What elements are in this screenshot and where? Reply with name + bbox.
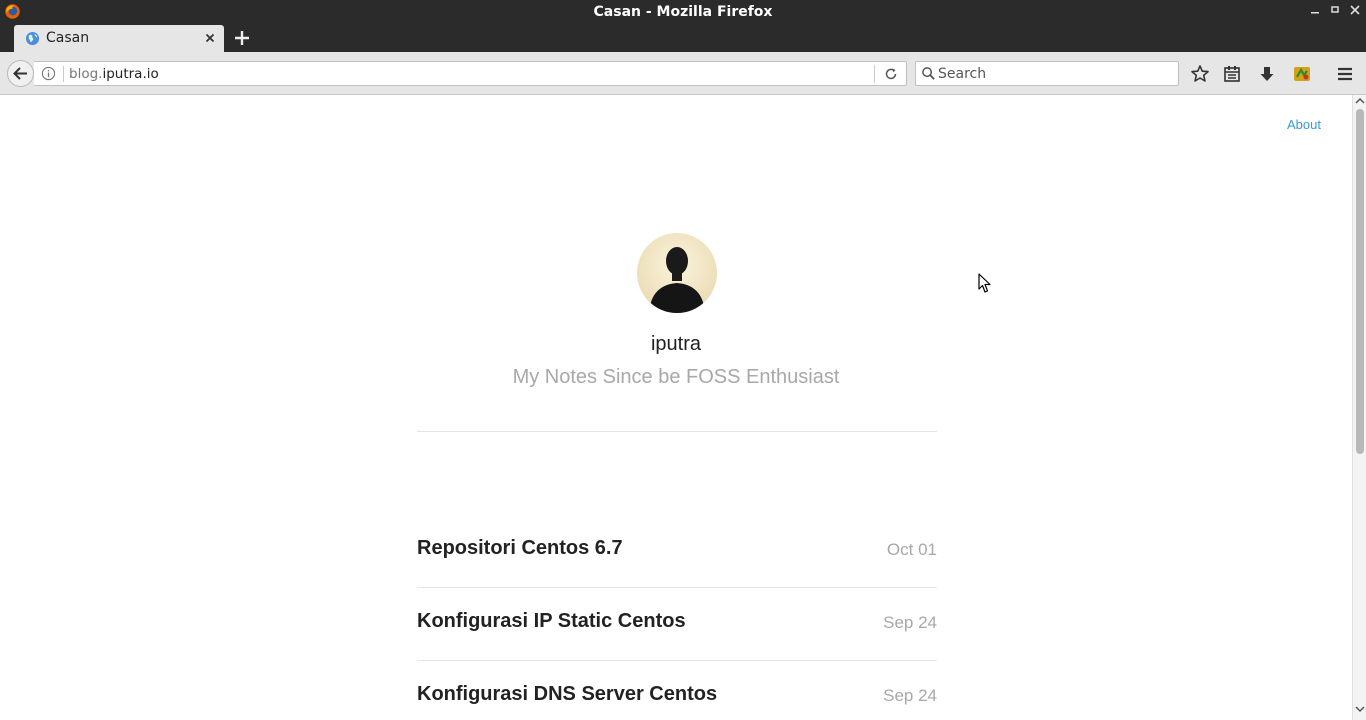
close-tab-icon[interactable]	[202, 30, 218, 46]
url-separator	[63, 66, 64, 82]
tab-casan[interactable]: Casan	[14, 25, 224, 52]
post-item[interactable]: Konfigurasi DNS Server Centos Sep 24	[417, 661, 937, 720]
back-button[interactable]	[7, 60, 34, 87]
tab-strip: Casan	[0, 24, 1366, 52]
hamburger-menu-icon[interactable]	[1335, 64, 1355, 84]
download-icon[interactable]	[1257, 64, 1277, 84]
scrollbar-thumb[interactable]	[1356, 109, 1364, 454]
globe-icon	[25, 31, 40, 46]
url-bar[interactable]: blog.iputra.io	[34, 61, 907, 86]
post-date: Sep 24	[883, 613, 937, 632]
blog-tagline: My Notes Since be FOSS Enthusiast	[512, 366, 840, 388]
avatar	[637, 233, 717, 313]
maximize-icon[interactable]	[1328, 3, 1342, 19]
post-title[interactable]: Konfigurasi DNS Server Centos	[417, 683, 717, 706]
minimize-icon[interactable]	[1308, 3, 1322, 19]
url-text[interactable]: blog.iputra.io	[69, 66, 159, 82]
post-title[interactable]: Konfigurasi IP Static Centos	[417, 610, 686, 633]
search-icon	[922, 67, 935, 80]
about-link[interactable]: About	[1287, 117, 1321, 132]
search-bar[interactable]	[915, 61, 1179, 86]
post-item[interactable]: Konfigurasi IP Static Centos Sep 24	[417, 588, 937, 661]
post-date: Sep 24	[883, 686, 937, 705]
back-arrow-icon	[13, 67, 27, 80]
page-scrollbar[interactable]	[1352, 95, 1366, 720]
header-divider	[417, 431, 937, 432]
url-subdomain: blog.	[69, 66, 103, 82]
tab-title: Casan	[46, 30, 90, 46]
scroll-down-icon[interactable]	[1355, 705, 1365, 713]
url-domain: iputra.io	[102, 66, 159, 82]
navigation-toolbar: blog.iputra.io	[0, 52, 1366, 95]
search-input[interactable]	[938, 64, 1174, 83]
reload-icon[interactable]	[883, 66, 899, 82]
info-icon[interactable]	[41, 66, 56, 81]
author-name: iputra	[650, 333, 702, 355]
window-titlebar: Casan - Mozilla Firefox	[0, 0, 1366, 24]
page-content: About iputra My Notes Since be FOSS Enth…	[0, 95, 1352, 720]
bookmark-star-icon[interactable]	[1190, 64, 1210, 84]
scroll-up-icon[interactable]	[1355, 97, 1365, 105]
close-window-icon[interactable]	[1348, 3, 1362, 19]
new-tab-icon[interactable]	[233, 29, 251, 47]
post-list: Repositori Centos 6.7 Oct 01 Konfigurasi…	[417, 515, 937, 720]
extension-icon[interactable]	[1292, 64, 1312, 84]
mouse-cursor-icon	[978, 273, 991, 293]
avatar-silhouette-icon	[637, 233, 717, 313]
url-separator-right	[874, 65, 875, 83]
window-title: Casan - Mozilla Firefox	[593, 4, 773, 20]
post-title[interactable]: Repositori Centos 6.7	[417, 537, 623, 560]
post-date: Oct 01	[886, 540, 937, 559]
bookmarks-menu-icon[interactable]	[1222, 64, 1242, 84]
post-item[interactable]: Repositori Centos 6.7 Oct 01	[417, 515, 937, 588]
